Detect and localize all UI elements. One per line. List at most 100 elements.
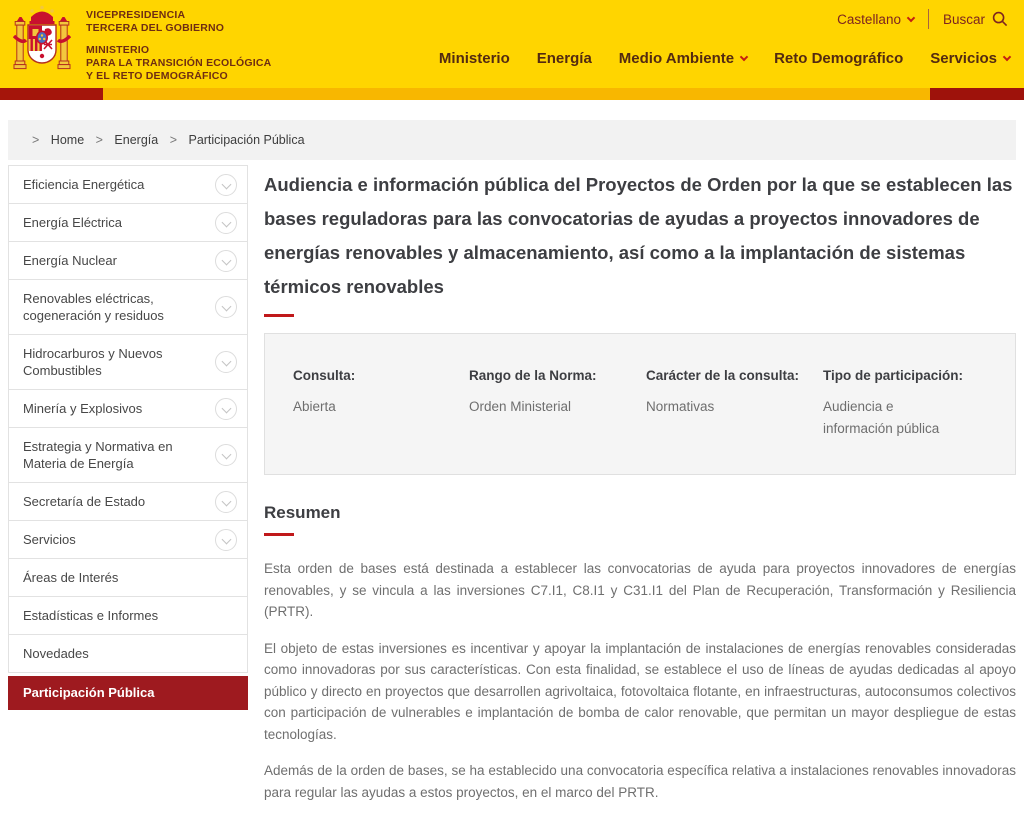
sidebar-item-label: Eficiencia Energética [23, 177, 144, 192]
breadcrumb-link[interactable]: Home [51, 133, 84, 147]
sidebar-item[interactable]: Secretaría de Estado [8, 483, 248, 521]
page-title: Audiencia e información pública del Proy… [264, 168, 1016, 304]
chevron-down-icon [740, 53, 748, 61]
nav-item-label: Reto Demográfico [774, 50, 903, 67]
sidebar-item-label: Servicios [23, 532, 76, 547]
sidebar-item-label: Hidrocarburos y Nuevos Combustibles [23, 346, 162, 378]
info-field: Tipo de participación: Audiencia e infor… [823, 368, 987, 440]
info-field: Carácter de la consulta: Normativas [646, 368, 823, 440]
sidebar-item[interactable]: Hidrocarburos y Nuevos Combustibles [8, 335, 248, 390]
breadcrumb-link[interactable]: Energía [114, 133, 158, 147]
chevron-down-icon[interactable] [215, 296, 237, 318]
sidebar-item[interactable]: Eficiencia Energética [8, 166, 248, 204]
ministry-branding[interactable]: VICEPRESIDENCIATERCERA DEL GOBIERNO MINI… [86, 9, 271, 92]
chevron-down-icon [1003, 53, 1011, 61]
sidebar-item[interactable]: Minería y Explosivos [8, 390, 248, 428]
breadcrumb: > Home > Energía > Participación Pública [8, 120, 1016, 160]
strip-segment-orange [103, 88, 930, 100]
sidebar-item[interactable]: Estadísticas e Informes [8, 597, 248, 635]
language-selector[interactable]: Castellano [837, 12, 914, 27]
chevron-down-icon[interactable] [215, 398, 237, 420]
spain-coat-of-arms [13, 4, 71, 78]
breadcrumb-separator: > [170, 133, 177, 147]
sidebar-item-label: Áreas de Interés [23, 570, 118, 585]
resumen-body: Esta orden de bases está destinada a est… [264, 558, 1016, 803]
search-icon [992, 11, 1008, 27]
sidebar-item[interactable]: Participación Pública [8, 676, 248, 710]
resumen-heading: Resumen [264, 503, 1016, 523]
info-field-label: Consulta: [293, 368, 469, 383]
nav-item[interactable]: Reto Demográfico [774, 50, 903, 67]
chevron-down-icon[interactable] [215, 174, 237, 196]
main-content: Audiencia e información pública del Proy… [264, 168, 1016, 818]
chevron-down-icon [907, 14, 915, 22]
nav-item[interactable]: Servicios [930, 50, 1010, 67]
header-color-strip [0, 88, 1024, 100]
chevron-down-icon[interactable] [215, 491, 237, 513]
language-label: Castellano [837, 12, 901, 27]
info-field: Consulta: Abierta [293, 368, 469, 440]
info-field-value: Abierta [293, 396, 469, 418]
sidebar-item-label: Estadísticas e Informes [23, 608, 158, 623]
sidebar-item[interactable]: Servicios [8, 521, 248, 559]
sidebar-item[interactable]: Novedades [8, 635, 248, 673]
breadcrumb-separator: > [96, 133, 103, 147]
divider [928, 9, 929, 29]
sidebar-item-label: Energía Eléctrica [23, 215, 122, 230]
sidebar: Eficiencia Energética Energía Eléctrica … [8, 165, 248, 710]
breadcrumb-link[interactable]: Participación Pública [188, 133, 304, 147]
strip-segment-red-left [0, 88, 103, 100]
nav-item-label: Energía [537, 50, 592, 67]
consultation-info-box: Consulta: Abierta Rango de la Norma: Ord… [264, 333, 1016, 475]
chevron-down-icon[interactable] [215, 250, 237, 272]
chevron-down-icon[interactable] [215, 444, 237, 466]
org-line: MINISTERIO [86, 44, 271, 57]
nav-item[interactable]: Ministerio [439, 50, 510, 67]
sidebar-item-label: Energía Nuclear [23, 253, 117, 268]
main-nav: Ministerio Energía Medio Ambiente Reto D… [439, 50, 1010, 67]
info-field-label: Carácter de la consulta: [646, 368, 823, 383]
sidebar-item[interactable]: Áreas de Interés [8, 559, 248, 597]
nav-item-label: Ministerio [439, 50, 510, 67]
info-field-label: Tipo de participación: [823, 368, 987, 383]
nav-item[interactable]: Energía [537, 50, 592, 67]
sidebar-item-label: Novedades [23, 646, 89, 661]
nav-item-label: Medio Ambiente [619, 50, 734, 67]
body-paragraph: Esta orden de bases está destinada a est… [264, 558, 1016, 623]
org-line: VICEPRESIDENCIA [86, 9, 271, 22]
breadcrumb-item: > Energía [88, 133, 162, 147]
vicepresidency-name: VICEPRESIDENCIATERCERA DEL GOBIERNO [86, 9, 271, 35]
org-line: TERCERA DEL GOBIERNO [86, 22, 271, 35]
ministry-name: MINISTERIOPARA LA TRANSICIÓN ECOLÓGICAY … [86, 44, 271, 83]
title-accent-line [264, 314, 294, 317]
sidebar-item[interactable]: Renovables eléctricas, cogeneración y re… [8, 280, 248, 335]
resumen-accent-line [264, 533, 294, 536]
org-line: Y EL RETO DEMOGRÁFICO [86, 70, 271, 83]
chevron-down-icon[interactable] [215, 351, 237, 373]
breadcrumb-item: > Home [24, 133, 88, 147]
sidebar-item[interactable]: Energía Nuclear [8, 242, 248, 280]
nav-item[interactable]: Medio Ambiente [619, 50, 747, 67]
sidebar-item-label: Secretaría de Estado [23, 494, 145, 509]
info-field-value: Audiencia e información pública [823, 396, 987, 440]
sidebar-item[interactable]: Estrategia y Normativa en Materia de Ene… [8, 428, 248, 483]
body-paragraph: El objeto de estas inversiones es incent… [264, 638, 1016, 746]
info-field: Rango de la Norma: Orden Ministerial [469, 368, 646, 440]
sidebar-item[interactable]: Energía Eléctrica [8, 204, 248, 242]
sidebar-item-label: Renovables eléctricas, cogeneración y re… [23, 291, 164, 323]
info-field-label: Rango de la Norma: [469, 368, 646, 383]
nav-item-label: Servicios [930, 50, 997, 67]
chevron-down-icon[interactable] [215, 529, 237, 551]
breadcrumb-separator: > [32, 133, 39, 147]
info-field-value: Orden Ministerial [469, 396, 646, 418]
breadcrumb-item: > Participación Pública [162, 133, 305, 147]
sidebar-item-label: Participación Pública [23, 685, 155, 700]
chevron-down-icon[interactable] [215, 212, 237, 234]
body-paragraph: Además de la orden de bases, se ha estab… [264, 760, 1016, 803]
utility-bar: Castellano Buscar [837, 9, 1008, 29]
search-button[interactable]: Buscar [943, 11, 1008, 27]
sidebar-item-label: Minería y Explosivos [23, 401, 142, 416]
search-label: Buscar [943, 12, 985, 27]
sidebar-item-label: Estrategia y Normativa en Materia de Ene… [23, 439, 173, 471]
strip-segment-red-right [930, 88, 1024, 100]
